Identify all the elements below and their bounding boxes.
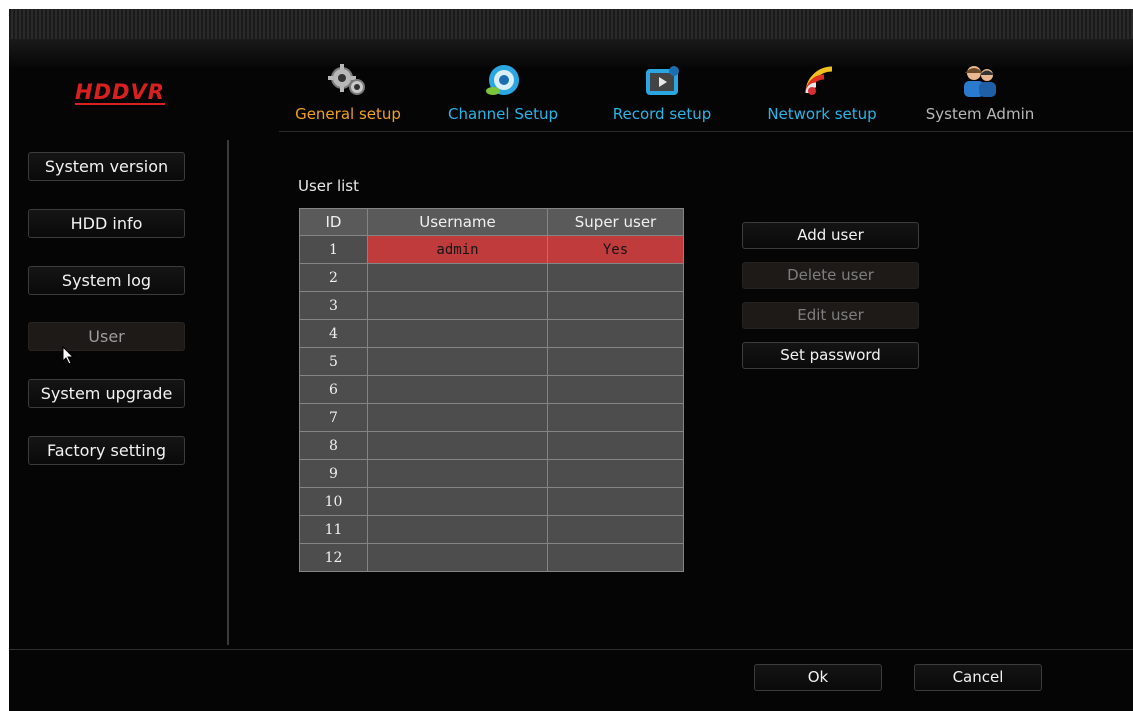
table-row[interactable]: 2 xyxy=(299,263,684,292)
nav-divider xyxy=(279,131,1133,132)
cell-super-user xyxy=(547,431,684,460)
footer-divider xyxy=(9,649,1133,650)
column-header-username: Username xyxy=(367,208,548,236)
user-list-title: User list xyxy=(298,177,359,195)
table-row[interactable]: 8 xyxy=(299,431,684,460)
tab-system-admin[interactable]: System Admin xyxy=(912,63,1048,137)
cell-super-user xyxy=(547,347,684,376)
sidebar-item-system-upgrade[interactable]: System upgrade xyxy=(28,379,185,408)
cell-super-user: Yes xyxy=(547,235,684,264)
cell-id: 4 xyxy=(299,319,368,348)
cell-super-user xyxy=(547,543,684,572)
film-icon xyxy=(646,66,679,95)
tab-general-setup[interactable]: General setup xyxy=(281,63,415,137)
users-icon xyxy=(964,66,996,97)
table-row[interactable]: 9 xyxy=(299,459,684,488)
cell-username xyxy=(367,543,548,572)
cell-id: 8 xyxy=(299,431,368,460)
column-header-super-user: Super user xyxy=(547,208,684,236)
tab-label: Record setup xyxy=(612,105,712,123)
tab-network-setup[interactable]: Network setup xyxy=(750,63,894,137)
wifi-signal-icon xyxy=(805,66,833,95)
sidebar-divider xyxy=(227,140,229,645)
tab-label: System Admin xyxy=(925,105,1035,123)
tab-channel-setup[interactable]: Channel Setup xyxy=(433,63,573,137)
cell-username xyxy=(367,431,548,460)
cell-username xyxy=(367,263,548,292)
cell-username xyxy=(367,515,548,544)
table-row[interactable]: 11 xyxy=(299,515,684,544)
cell-super-user xyxy=(547,487,684,516)
cell-id: 7 xyxy=(299,403,368,432)
ok-button[interactable]: Ok xyxy=(754,664,882,691)
table-row[interactable]: 10 xyxy=(299,487,684,516)
cell-username xyxy=(367,319,548,348)
table-row[interactable]: 12 xyxy=(299,543,684,572)
cell-id: 9 xyxy=(299,459,368,488)
table-row[interactable]: 1 admin Yes xyxy=(299,235,684,264)
table-row[interactable]: 3 xyxy=(299,291,684,320)
dvr-window: HDDVR General setup Channel Setup Record… xyxy=(9,9,1133,711)
cell-super-user xyxy=(547,403,684,432)
cell-id: 10 xyxy=(299,487,368,516)
gears-icon xyxy=(328,64,365,95)
cell-super-user xyxy=(547,319,684,348)
cell-id: 3 xyxy=(299,291,368,320)
table-row[interactable]: 5 xyxy=(299,347,684,376)
cell-username xyxy=(367,403,548,432)
cell-id: 1 xyxy=(299,235,368,264)
sidebar-item-hdd-info[interactable]: HDD info xyxy=(28,209,185,238)
table-header-row: ID Username Super user xyxy=(299,208,684,236)
sidebar-item-factory-setting[interactable]: Factory setting xyxy=(28,436,185,465)
app-logo: HDDVR xyxy=(75,80,165,105)
user-rows: 1 admin Yes 2 3 4 5 6 7 8 9 10 11 12 xyxy=(299,235,684,572)
cancel-button[interactable]: Cancel xyxy=(914,664,1042,691)
cell-username xyxy=(367,347,548,376)
cell-username xyxy=(367,487,548,516)
cell-id: 12 xyxy=(299,543,368,572)
table-row[interactable]: 4 xyxy=(299,319,684,348)
cell-super-user xyxy=(547,375,684,404)
user-table: ID Username Super user 1 admin Yes 2 3 4 5 6 7 8 9… xyxy=(299,208,684,572)
sidebar-item-system-log[interactable]: System log xyxy=(28,266,185,295)
add-user-button[interactable]: Add user xyxy=(742,222,919,249)
mouse-cursor-icon xyxy=(62,346,75,365)
cell-username xyxy=(367,459,548,488)
tab-label: General setup xyxy=(295,105,401,123)
cell-super-user xyxy=(547,291,684,320)
cell-id: 2 xyxy=(299,263,368,292)
cell-id: 5 xyxy=(299,347,368,376)
set-password-button[interactable]: Set password xyxy=(742,342,919,369)
sidebar-item-system-version[interactable]: System version xyxy=(28,152,185,181)
cell-super-user xyxy=(547,263,684,292)
table-row[interactable]: 7 xyxy=(299,403,684,432)
cell-super-user xyxy=(547,515,684,544)
cell-username: admin xyxy=(367,235,548,264)
column-header-id: ID xyxy=(299,208,368,236)
delete-user-button[interactable]: Delete user xyxy=(742,262,919,289)
cell-username xyxy=(367,375,548,404)
cell-id: 6 xyxy=(299,375,368,404)
table-row[interactable]: 6 xyxy=(299,375,684,404)
tab-label: Network setup xyxy=(767,105,877,123)
cell-id: 11 xyxy=(299,515,368,544)
tab-label: Channel Setup xyxy=(447,105,558,123)
tab-record-setup[interactable]: Record setup xyxy=(595,63,729,137)
sidebar-item-user[interactable]: User xyxy=(28,322,185,351)
title-bar xyxy=(9,9,1133,39)
cell-super-user xyxy=(547,459,684,488)
edit-user-button[interactable]: Edit user xyxy=(742,302,919,329)
cell-username xyxy=(367,291,548,320)
camera-icon xyxy=(486,65,519,95)
